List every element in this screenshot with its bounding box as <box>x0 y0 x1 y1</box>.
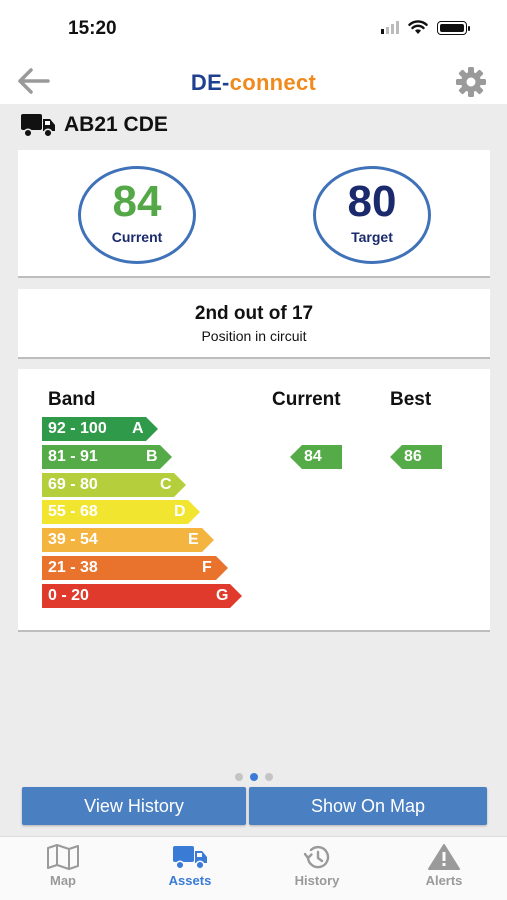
band-letter-label: B <box>146 447 158 465</box>
band-range-label: 55 - 68 <box>48 503 98 521</box>
battery-icon <box>437 20 470 35</box>
current-score-value: 84 <box>112 177 162 226</box>
band-header: Band <box>48 389 96 410</box>
history-icon <box>303 845 330 869</box>
band-row-d: 55 - 68 D <box>42 500 200 525</box>
current-score-label: Current <box>111 229 163 245</box>
best-header: Best <box>390 389 432 410</box>
gear-icon[interactable] <box>453 64 489 100</box>
tab-bar: Map Assets History Alerts <box>0 836 507 900</box>
tab-alerts[interactable]: Alerts <box>381 843 507 888</box>
band-letter-label: D <box>174 503 186 521</box>
band-row-g: 0 - 20 G <box>42 583 242 608</box>
page-dot[interactable] <box>234 773 243 781</box>
position-card: 2nd out of 17 Position in circuit <box>18 289 490 359</box>
view-history-button[interactable]: View History <box>22 787 246 825</box>
band-row-e: 39 - 54 E <box>42 528 214 553</box>
band-card: Band Current Best 92 - 100 A 81 - 91 B 69 - … <box>18 369 490 632</box>
page-indicator[interactable] <box>0 773 507 781</box>
signal-icon <box>381 21 399 34</box>
target-score-circle: 80 Target <box>313 166 431 264</box>
band-letter-label: C <box>160 475 172 493</box>
target-score-value: 80 <box>347 177 397 226</box>
wifi-icon <box>408 20 428 34</box>
best-marker-value: 86 <box>404 448 422 465</box>
current-marker-value: 84 <box>304 448 322 465</box>
alert-icon <box>428 844 460 870</box>
band-row-b: 81 - 91 B <box>42 444 172 469</box>
band-range-label: 81 - 91 <box>48 447 98 465</box>
app-logo: DE-connect <box>190 70 317 95</box>
page-dot[interactable] <box>249 773 258 781</box>
map-icon <box>47 844 79 870</box>
truck-icon <box>21 114 55 138</box>
band-range-label: 0 - 20 <box>48 586 89 604</box>
band-row-a: 92 - 100 A <box>42 417 158 441</box>
band-range-label: 21 - 38 <box>48 559 98 576</box>
band-range-label: 39 - 54 <box>48 531 98 549</box>
app-header: DE-connect <box>0 58 507 104</box>
status-time: 15:20 <box>68 18 117 39</box>
band-letter-label: G <box>216 586 229 604</box>
band-letter-label: E <box>188 531 199 549</box>
tab-history[interactable]: History <box>254 843 380 888</box>
status-bar: 15:20 <box>0 0 507 58</box>
best-band-marker: 86 <box>390 445 442 469</box>
position-title: 2nd out of 17 <box>194 303 314 324</box>
tab-map[interactable]: Map <box>0 843 126 888</box>
band-letter-label: A <box>132 420 144 437</box>
target-score-label: Target <box>351 229 393 245</box>
position-subtitle: Position in circuit <box>201 328 307 344</box>
band-range-label: 92 - 100 <box>48 420 107 437</box>
current-band-marker: 84 <box>290 445 342 469</box>
current-score-circle: 84 Current <box>78 166 196 264</box>
truck-icon <box>173 846 207 870</box>
vehicle-registration: AB21 CDE <box>64 113 168 136</box>
status-icons <box>381 20 470 35</box>
band-row-f: 21 - 38 F <box>42 556 228 580</box>
vehicle-heading: AB21 CDE <box>20 112 168 138</box>
show-on-map-button[interactable]: Show On Map <box>249 787 487 825</box>
band-row-c: 69 - 80 C <box>42 472 186 497</box>
current-header: Current <box>272 389 341 410</box>
tab-assets[interactable]: Assets <box>127 843 253 888</box>
scores-card: 84 Current 80 Target <box>18 150 490 278</box>
band-range-label: 69 - 80 <box>48 475 98 493</box>
band-letter-label: F <box>202 559 212 576</box>
page-dot[interactable] <box>264 773 273 781</box>
